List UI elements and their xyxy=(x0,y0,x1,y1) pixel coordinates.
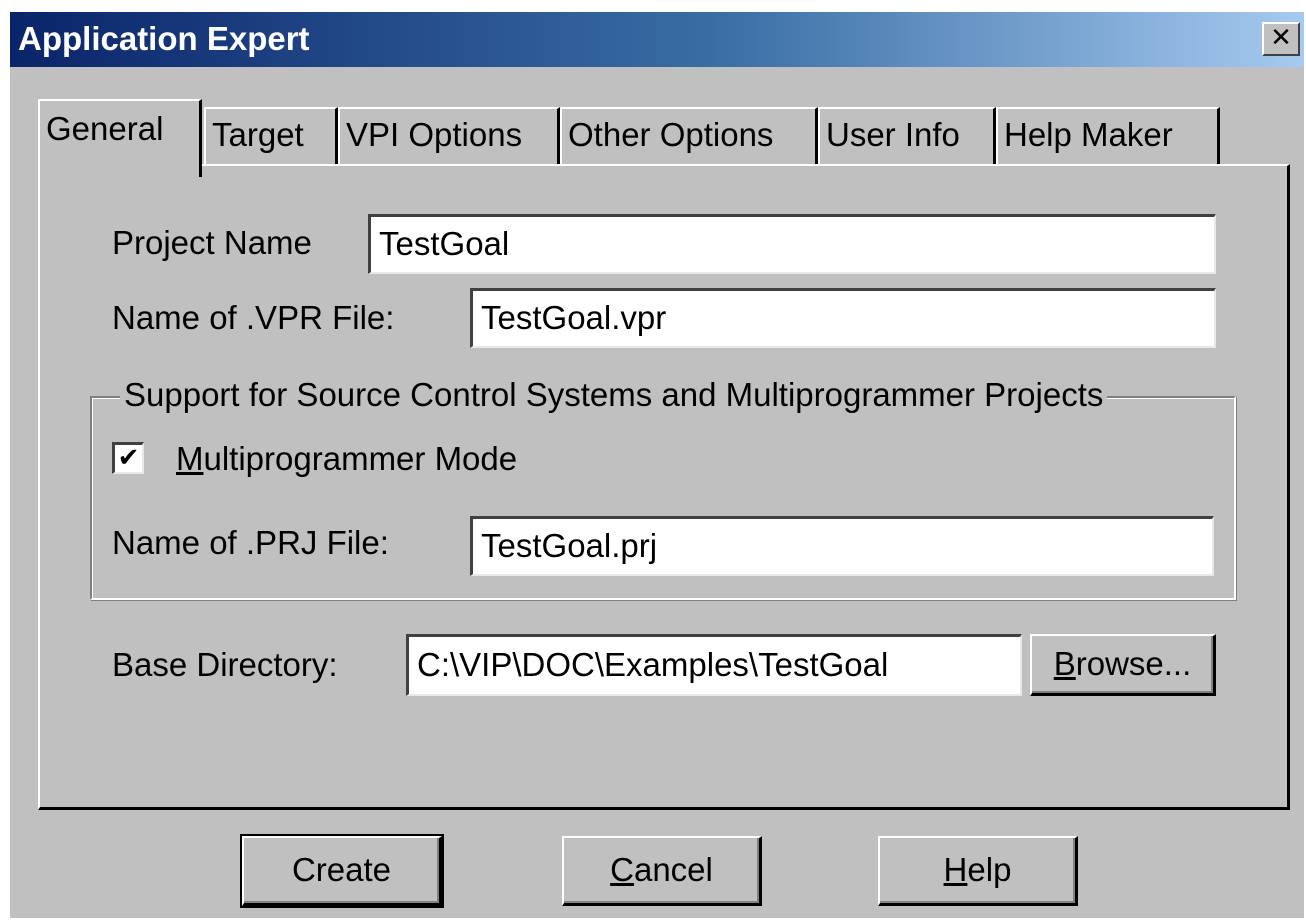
tab-target[interactable]: Target xyxy=(204,107,338,167)
tab-vpi-options[interactable]: VPI Options xyxy=(338,107,560,167)
help-accelerator: H xyxy=(943,851,968,888)
tab-other-options[interactable]: Other Options xyxy=(560,107,818,167)
vpr-file-label: Name of .VPR File: xyxy=(112,299,395,336)
base-directory-label: Base Directory: xyxy=(112,646,338,683)
tab-label: Help Maker xyxy=(1004,116,1173,153)
general-tab-panel: Project Name TestGoal Name of .VPR File:… xyxy=(38,164,1290,810)
base-directory-input[interactable]: C:\VIP\DOC\Examples\TestGoal xyxy=(406,634,1022,696)
window-title: Application Expert xyxy=(18,20,310,57)
multiprogrammer-mode-label-text: ultiprogrammer Mode xyxy=(203,440,518,477)
project-name-input[interactable]: TestGoal xyxy=(368,214,1216,274)
cancel-accelerator: C xyxy=(610,851,634,888)
cancel-label: ancel xyxy=(633,851,713,888)
multiprogrammer-mode-checkbox[interactable]: ✔ xyxy=(112,442,144,474)
tab-label: User Info xyxy=(826,116,960,153)
checkmark-icon: ✔ xyxy=(117,443,140,473)
create-button[interactable]: Create xyxy=(240,834,444,908)
browse-label: rowse... xyxy=(1075,645,1192,682)
tab-general[interactable]: General xyxy=(38,99,202,177)
multiprogrammer-mode-accelerator: M xyxy=(176,440,204,477)
close-button[interactable]: ✕ xyxy=(1262,22,1300,56)
tab-help-maker[interactable]: Help Maker xyxy=(996,107,1220,167)
source-control-groupbox: Support for Source Control Systems and M… xyxy=(90,376,1236,600)
vpr-file-input[interactable]: TestGoal.vpr xyxy=(470,288,1216,348)
prj-file-input[interactable]: TestGoal.prj xyxy=(470,516,1214,576)
tab-label: General xyxy=(46,110,164,147)
source-control-group-label: Support for Source Control Systems and M… xyxy=(120,376,1108,414)
title-bar[interactable]: Application Expert ✕ xyxy=(10,12,1304,67)
tab-user-info[interactable]: User Info xyxy=(818,107,996,167)
tab-label: Other Options xyxy=(568,116,774,153)
browse-accelerator: B xyxy=(1053,645,1076,682)
multiprogrammer-mode-label[interactable]: Multiprogrammer Mode xyxy=(176,440,517,478)
tab-label: VPI Options xyxy=(346,116,523,153)
help-label: elp xyxy=(967,851,1012,888)
tab-label: Target xyxy=(212,116,304,153)
create-label: Create xyxy=(291,851,392,888)
close-icon: ✕ xyxy=(1270,23,1292,53)
application-expert-dialog: Application Expert ✕ General Target VPI … xyxy=(10,12,1304,918)
prj-file-label: Name of .PRJ File: xyxy=(112,524,389,561)
browse-button[interactable]: Browse... xyxy=(1030,634,1216,696)
cancel-button[interactable]: Cancel xyxy=(562,836,762,906)
help-button[interactable]: Help xyxy=(878,836,1078,906)
project-name-label: Project Name xyxy=(112,224,312,261)
